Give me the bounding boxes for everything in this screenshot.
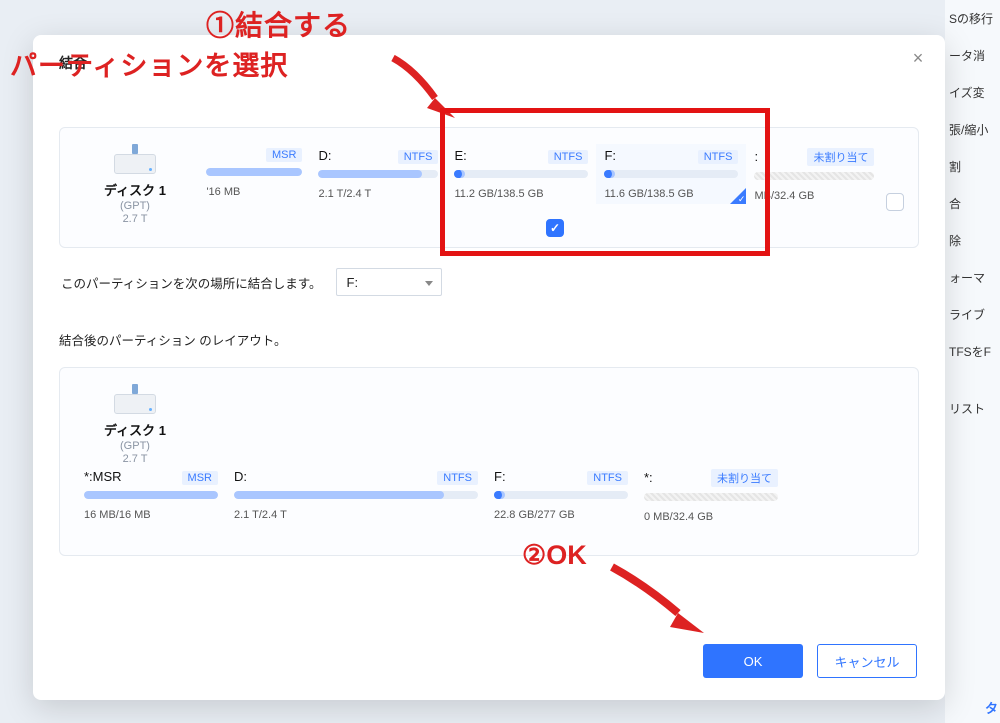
- partition-item[interactable]: F: NTFS 22.8 GB/277 GB: [486, 465, 636, 525]
- merge-dialog: 結合 × ディスク 1 (GPT) 2.7 T MSR '16 MB D: NTFS 2…: [33, 35, 945, 700]
- disk-info: ディスク 1 (GPT) 2.7 T: [76, 144, 194, 225]
- partition-letter: D:: [318, 148, 331, 163]
- partition-fs-badge: NTFS: [698, 150, 739, 164]
- partition-usage-bar: [84, 491, 218, 499]
- disk-scheme: (GPT): [76, 440, 194, 452]
- partition-usage-bar: [754, 172, 874, 180]
- partition-item[interactable]: D: NTFS 2.1 T/2.4 T: [310, 144, 446, 204]
- partition-fs-badge: NTFS: [548, 150, 589, 164]
- partition-item[interactable]: E: NTFS 11.2 GB/138.5 GB: [446, 144, 596, 204]
- partition-usage-bar: [604, 170, 738, 178]
- partition-letter: *:MSR: [84, 469, 122, 484]
- partition-size: 2.1 T/2.4 T: [234, 509, 478, 521]
- disk-size: 2.7 T: [76, 453, 194, 465]
- partition-letter: *:: [644, 470, 653, 485]
- disk-scheme: (GPT): [76, 200, 194, 212]
- partitions-after-panel: ディスク 1 (GPT) 2.7 T *:MSR MSR 16 MB/16 MB D:…: [59, 367, 919, 556]
- partition-usage-bar: [206, 168, 302, 176]
- partition-item[interactable]: MSR '16 MB: [198, 144, 310, 204]
- partition-size: 22.8 GB/277 GB: [494, 509, 628, 521]
- dialog-title: 結合: [59, 53, 919, 73]
- after-layout-label: 結合後のパーティション のレイアウト。: [59, 330, 919, 349]
- background-sidebar: Sの移行ータ消イズ変 張/縮小割合 除ォーマライブ TFSをFリスト: [945, 0, 1000, 723]
- disk-size: 2.7 T: [76, 213, 194, 225]
- partition-letter: F:: [604, 148, 616, 163]
- disk-name: ディスク 1: [76, 180, 194, 199]
- partition-size: 11.2 GB/138.5 GB: [454, 188, 588, 200]
- partition-letter: D:: [234, 469, 247, 484]
- partition-fs-badge: MSR: [266, 148, 302, 162]
- background-bottom-label: タ: [985, 698, 998, 717]
- partition-size: 2.1 T/2.4 T: [318, 188, 438, 200]
- partition-usage-bar: [494, 491, 628, 499]
- partitions-before-panel: ディスク 1 (GPT) 2.7 T MSR '16 MB D: NTFS 2.1 T/…: [59, 127, 919, 248]
- partition-item[interactable]: *: 未割り当て 0 MB/32.4 GB: [636, 465, 786, 525]
- partition-usage-bar: [644, 493, 778, 501]
- partition-item[interactable]: *:MSR MSR 16 MB/16 MB: [76, 465, 226, 525]
- disk-name: ディスク 1: [76, 420, 194, 439]
- merge-destination-value: F:: [347, 275, 359, 290]
- partition-letter: F:: [494, 469, 506, 484]
- partition-size: 0 MB/32.4 GB: [644, 511, 778, 523]
- partition-item[interactable]: F:NTFS11.6 GB/138.5 GB✓: [596, 144, 746, 204]
- disk-info-after: ディスク 1 (GPT) 2.7 T: [76, 384, 194, 465]
- close-button[interactable]: ×: [909, 49, 927, 67]
- partition-size: MB/32.4 GB: [754, 190, 874, 202]
- partition-e-checkbox[interactable]: [546, 219, 564, 237]
- partition-fs-badge: NTFS: [587, 471, 628, 485]
- partition-size: 11.6 GB/138.5 GB: [604, 188, 738, 200]
- partition-fs-badge: 未割り当て: [711, 469, 778, 487]
- unallocated-checkbox[interactable]: [886, 193, 904, 211]
- partition-fs-badge: NTFS: [398, 150, 439, 164]
- partition-item[interactable]: : 未割り当て MB/32.4 GB: [746, 144, 882, 204]
- merge-destination-row: このパーティションを次の場所に結合します。 F:: [61, 268, 919, 296]
- partition-usage-bar: [234, 491, 478, 499]
- cancel-button[interactable]: キャンセル: [817, 644, 917, 678]
- disk-icon: [114, 384, 156, 414]
- disk-icon: [114, 144, 156, 174]
- dialog-button-row: OK キャンセル: [703, 644, 917, 678]
- partition-size: 16 MB/16 MB: [84, 509, 218, 521]
- partition-item[interactable]: D: NTFS 2.1 T/2.4 T: [226, 465, 486, 525]
- partition-usage-bar: [454, 170, 588, 178]
- partition-fs-badge: MSR: [182, 471, 218, 485]
- partition-fs-badge: NTFS: [437, 471, 478, 485]
- ok-button[interactable]: OK: [703, 644, 803, 678]
- merge-destination-select[interactable]: F:: [336, 268, 442, 296]
- partition-letter: :: [754, 149, 758, 164]
- partition-size: '16 MB: [206, 186, 302, 198]
- partition-fs-badge: 未割り当て: [807, 148, 874, 166]
- partition-letter: E:: [454, 148, 466, 163]
- partition-usage-bar: [318, 170, 438, 178]
- merge-destination-label: このパーティションを次の場所に結合します。: [61, 273, 322, 292]
